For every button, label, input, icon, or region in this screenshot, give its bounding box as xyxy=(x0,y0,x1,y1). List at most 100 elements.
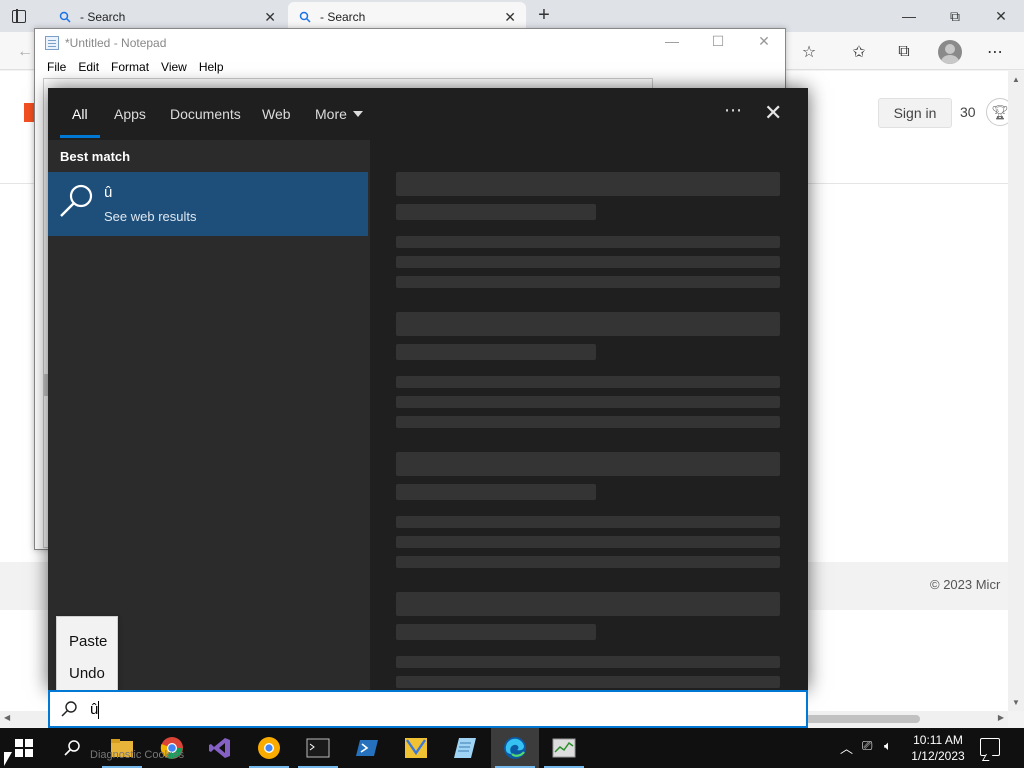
more-icon[interactable]: ⋯ xyxy=(984,41,1006,63)
new-tab-icon[interactable]: + xyxy=(533,4,555,27)
loading-placeholder xyxy=(396,344,596,360)
favorites-icon[interactable]: ✩ xyxy=(848,41,870,63)
tab-documents[interactable]: Documents xyxy=(170,106,241,122)
tab-actions-icon xyxy=(12,9,26,23)
page-vertical-scrollbar[interactable]: ▲ ▼ xyxy=(1008,71,1024,711)
scroll-left-icon[interactable]: ◀ xyxy=(4,713,10,722)
loading-placeholder xyxy=(396,236,780,248)
search-icon xyxy=(298,10,312,24)
add-favorite-icon[interactable]: ☆ xyxy=(798,41,820,63)
tab-all[interactable]: All xyxy=(72,106,88,122)
notepad-minimize-icon[interactable]: — xyxy=(649,33,695,49)
taskbar-edge[interactable] xyxy=(491,728,539,768)
taskbar-chrome[interactable] xyxy=(148,728,196,768)
collections-icon[interactable]: ⧉ xyxy=(893,41,915,63)
profile-avatar[interactable] xyxy=(938,40,962,64)
minimize-icon[interactable]: — xyxy=(886,4,932,28)
taskbar-tooltip-ghost: Diagnostic Cookies xyxy=(90,749,185,761)
terminal-icon xyxy=(306,738,330,758)
scroll-up-icon[interactable]: ▲ xyxy=(1012,75,1020,84)
context-menu: Paste Undo xyxy=(56,616,118,696)
sign-in-button[interactable]: Sign in xyxy=(878,98,952,128)
microsoft-logo xyxy=(24,103,34,122)
search-icon xyxy=(61,701,77,717)
clock-date: 1/12/2023 xyxy=(911,749,965,763)
tab-apps[interactable]: Apps xyxy=(114,106,146,122)
more-options-icon[interactable]: ⋯ xyxy=(724,100,743,121)
best-match-heading: Best match xyxy=(60,149,131,164)
loading-placeholder xyxy=(396,556,780,568)
loading-placeholder xyxy=(396,676,780,688)
clock-time: 10:11 AM xyxy=(913,733,963,747)
scroll-right-icon[interactable]: ▶ xyxy=(998,713,1004,722)
scroll-down-icon[interactable]: ▼ xyxy=(1012,698,1020,707)
menu-item-undo[interactable]: Undo xyxy=(69,665,105,682)
mail-app-icon xyxy=(405,738,427,758)
menu-edit[interactable]: Edit xyxy=(72,60,105,74)
back-icon[interactable]: ← xyxy=(14,41,36,63)
close-icon[interactable]: ✕ xyxy=(978,4,1024,28)
menu-item-paste[interactable]: Paste xyxy=(69,633,107,650)
taskbar-search-button[interactable] xyxy=(48,728,96,768)
close-tab-icon[interactable]: ✕ xyxy=(504,9,516,26)
loading-placeholder xyxy=(396,256,780,268)
taskbar-notepad[interactable] xyxy=(441,728,489,768)
loading-placeholder xyxy=(396,396,780,408)
loading-placeholder xyxy=(396,204,596,220)
close-icon[interactable]: ✕ xyxy=(764,100,782,126)
loading-placeholder xyxy=(396,536,780,548)
search-icon xyxy=(58,10,72,24)
close-tab-icon[interactable]: ✕ xyxy=(264,9,276,26)
loading-placeholder xyxy=(396,452,780,476)
best-match-result[interactable]: û See web results xyxy=(48,172,368,236)
system-clock[interactable]: 10:11 AM 1/12/2023 xyxy=(906,732,970,764)
menu-view[interactable]: View xyxy=(155,60,193,74)
loading-placeholder xyxy=(396,312,780,336)
taskbar-file-explorer[interactable] xyxy=(98,728,146,768)
chrome-canary-icon xyxy=(258,737,280,759)
active-tab-indicator xyxy=(60,135,100,138)
text-cursor xyxy=(98,701,99,719)
loading-placeholder xyxy=(396,416,780,428)
menu-format[interactable]: Format xyxy=(105,60,155,74)
notification-center-icon[interactable] xyxy=(980,738,1000,756)
taskbar-app-gmail[interactable] xyxy=(392,728,440,768)
restore-icon[interactable]: ⧉ xyxy=(932,4,978,28)
taskbar: ︿ ⎚ 🔈︎ xyxy=(0,728,1024,768)
menu-file[interactable]: File xyxy=(41,60,72,74)
taskbar-visual-studio[interactable] xyxy=(196,728,244,768)
notepad-icon xyxy=(45,35,59,50)
visual-studio-icon xyxy=(209,738,230,758)
loading-placeholder xyxy=(396,376,780,388)
windows-logo-icon xyxy=(15,739,33,757)
windows-search-panel: All Apps Documents Web More ⋯ ✕ Best mat… xyxy=(48,88,808,690)
network-icon[interactable]: ⎚ xyxy=(862,738,872,754)
loading-placeholder xyxy=(396,624,596,640)
search-input[interactable]: û xyxy=(48,690,808,728)
chevron-down-icon xyxy=(352,111,363,117)
loading-placeholder xyxy=(396,276,780,288)
taskbar-powershell[interactable] xyxy=(343,728,391,768)
taskbar-terminal[interactable] xyxy=(294,728,342,768)
tab-title: - Search xyxy=(80,10,126,24)
loading-placeholder xyxy=(396,484,596,500)
notepad-title: *Untitled - Notepad xyxy=(65,35,167,50)
result-title: û xyxy=(104,184,113,201)
show-hidden-icons[interactable]: ︿ xyxy=(840,738,853,757)
tab-more[interactable]: More xyxy=(315,106,363,122)
tab-actions-button[interactable] xyxy=(8,6,30,26)
tab-more-label: More xyxy=(315,106,347,122)
notepad-maximize-icon[interactable]: ☐ xyxy=(695,33,741,50)
taskbar-task-manager[interactable] xyxy=(540,728,588,768)
taskbar-chrome-canary[interactable] xyxy=(245,728,293,768)
volume-icon[interactable]: 🔈︎ xyxy=(884,738,892,754)
menu-help[interactable]: Help xyxy=(193,60,230,74)
notepad-app-icon xyxy=(454,738,476,758)
tab-web[interactable]: Web xyxy=(262,106,291,122)
footer-copyright: © 2023 Micr xyxy=(930,577,1001,592)
preview-pane-loading xyxy=(370,140,808,690)
loading-placeholder xyxy=(396,656,780,668)
loading-placeholder xyxy=(396,592,780,616)
notepad-menubar: File Edit Format View Help xyxy=(35,56,785,78)
notepad-close-icon[interactable]: ✕ xyxy=(741,33,787,50)
